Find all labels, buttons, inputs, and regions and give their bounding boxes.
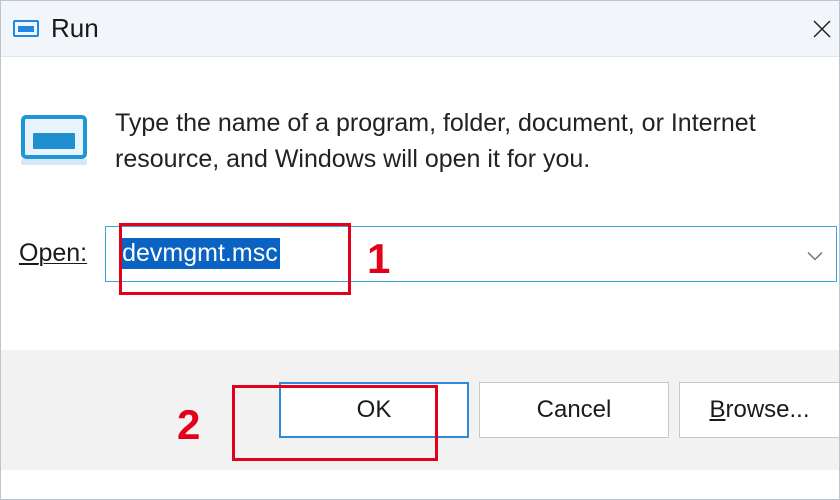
ok-button-label: OK (357, 396, 392, 424)
open-row: Open: devmgmt.msc (1, 208, 839, 282)
dialog-body: Type the name of a program, folder, docu… (1, 57, 839, 208)
cancel-button[interactable]: Cancel (479, 382, 669, 438)
titlebar: Run (1, 1, 839, 57)
run-dialog: Run Type the name of a program, folder, … (0, 0, 840, 500)
run-icon-large (19, 111, 89, 169)
open-combobox[interactable]: devmgmt.msc (105, 226, 837, 282)
open-input-value[interactable]: devmgmt.msc (120, 238, 280, 269)
open-label: Open: (19, 239, 87, 268)
window-title: Run (51, 13, 99, 44)
close-button[interactable] (809, 1, 839, 57)
browse-button[interactable]: Browse... (679, 382, 839, 438)
instruction-text: Type the name of a program, folder, docu… (115, 105, 829, 178)
cancel-button-label: Cancel (537, 396, 612, 424)
chevron-down-icon[interactable] (806, 239, 824, 268)
dialog-footer: OK Cancel Browse... (1, 350, 839, 470)
browse-button-label: Browse... (709, 396, 809, 424)
ok-button[interactable]: OK (279, 382, 469, 438)
run-icon-small (13, 18, 39, 40)
